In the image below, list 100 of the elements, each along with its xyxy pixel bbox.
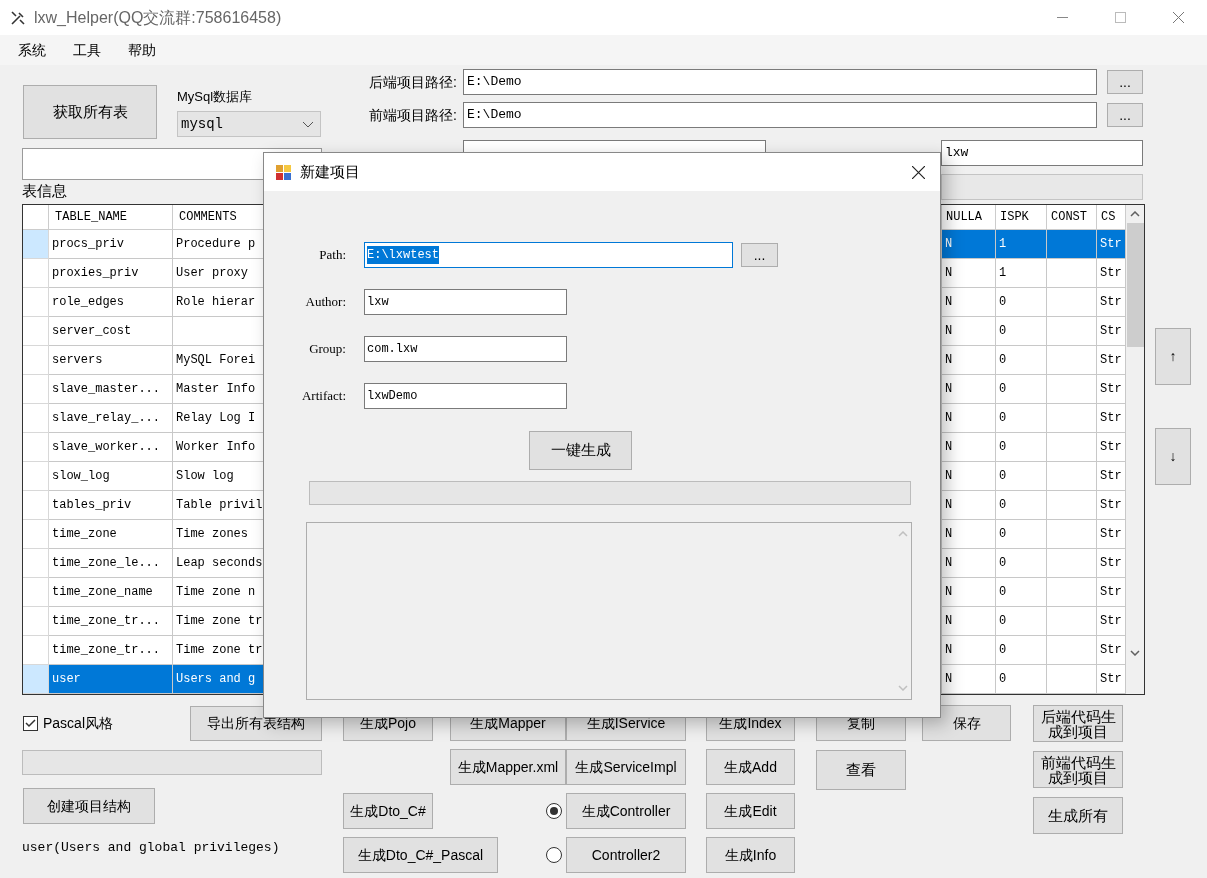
text-field[interactable]: com.lxw bbox=[364, 336, 567, 362]
move-button[interactable]: ↓ bbox=[1155, 428, 1191, 485]
table-cell: Str bbox=[1097, 346, 1126, 375]
checkbox-label: Pascal风格 bbox=[43, 713, 114, 733]
database-select[interactable]: mysql bbox=[177, 111, 321, 137]
row-header[interactable] bbox=[23, 288, 49, 317]
window-title: lxw_Helper(QQ交流群:758616458) bbox=[34, 7, 282, 28]
scroll-thumb[interactable] bbox=[1126, 223, 1144, 347]
table-cell: Str bbox=[1097, 317, 1126, 346]
generate-project-button[interactable]: 一键生成 bbox=[529, 431, 632, 470]
scroll-down-icon[interactable] bbox=[1130, 650, 1140, 656]
browse-button[interactable]: ... bbox=[741, 243, 778, 267]
text-field[interactable]: E:\lxwtest bbox=[364, 242, 733, 268]
table-cell: Str bbox=[1097, 549, 1126, 578]
table-cell: role_edges bbox=[49, 288, 173, 317]
table-cell: 0 bbox=[996, 607, 1047, 636]
check-icon bbox=[25, 718, 36, 728]
generate-button[interactable]: 生成Add bbox=[706, 749, 795, 785]
menu-item[interactable]: 系统 bbox=[18, 39, 46, 61]
table-cell: N bbox=[942, 520, 996, 549]
grid-corner[interactable] bbox=[23, 205, 49, 230]
table-cell: 0 bbox=[996, 520, 1047, 549]
close-icon bbox=[911, 165, 925, 179]
row-header[interactable] bbox=[23, 578, 49, 607]
row-header[interactable] bbox=[23, 462, 49, 491]
table-cell: servers bbox=[49, 346, 173, 375]
row-header[interactable] bbox=[23, 404, 49, 433]
table-cell: user bbox=[49, 665, 173, 694]
table-cell: slave_relay_... bbox=[49, 404, 173, 433]
table-cell: 0 bbox=[996, 462, 1047, 491]
text-field[interactable]: lxw bbox=[364, 289, 567, 315]
tools-icon bbox=[10, 9, 26, 26]
row-header[interactable] bbox=[23, 665, 49, 694]
table-cell: Str bbox=[1097, 433, 1126, 462]
chevron-down-icon bbox=[302, 120, 314, 128]
row-header[interactable] bbox=[23, 607, 49, 636]
path-label: 前端项目路径: bbox=[368, 105, 457, 125]
table-cell: Str bbox=[1097, 578, 1126, 607]
browse-button[interactable]: ... bbox=[1107, 70, 1143, 94]
generate-button[interactable]: Controller2 bbox=[566, 837, 686, 873]
minimize-icon bbox=[1056, 17, 1068, 18]
create-structure-button[interactable]: 创建项目结构 bbox=[23, 788, 155, 824]
fetch-tables-button[interactable]: 获取所有表 bbox=[23, 85, 157, 139]
generate-button[interactable]: 后端代码生成到项目 bbox=[1033, 705, 1123, 742]
generate-button[interactable]: 生成Info bbox=[706, 837, 795, 873]
row-header[interactable] bbox=[23, 259, 49, 288]
table-cell: Str bbox=[1097, 636, 1126, 665]
generate-button[interactable]: 生成Controller bbox=[566, 793, 686, 829]
scroll-up-icon[interactable] bbox=[1130, 211, 1140, 217]
field-label: Author: bbox=[304, 293, 346, 312]
row-header[interactable] bbox=[23, 317, 49, 346]
table-cell: Str bbox=[1097, 520, 1126, 549]
table-cell: 1 bbox=[996, 230, 1047, 259]
table-cell: time_zone_name bbox=[49, 578, 173, 607]
checkbox[interactable] bbox=[23, 715, 38, 731]
author-field[interactable]: lxw bbox=[941, 140, 1143, 166]
table-cell: N bbox=[942, 665, 996, 694]
field-label: Artifact: bbox=[300, 387, 346, 406]
menu-item[interactable]: 工具 bbox=[73, 39, 101, 61]
output-textarea[interactable] bbox=[306, 522, 912, 700]
radio-button[interactable] bbox=[546, 847, 562, 863]
row-header[interactable] bbox=[23, 230, 49, 259]
radio-button[interactable] bbox=[546, 803, 562, 819]
table-cell: time_zone_tr... bbox=[49, 607, 173, 636]
table-cell: Str bbox=[1097, 259, 1126, 288]
move-button[interactable]: ↑ bbox=[1155, 328, 1191, 385]
table-cell: slave_master... bbox=[49, 375, 173, 404]
generate-button[interactable]: 生成ServiceImpl bbox=[566, 749, 686, 785]
generate-button[interactable]: 生成Dto_C# bbox=[343, 793, 433, 829]
generate-button[interactable]: 生成所有 bbox=[1033, 797, 1123, 834]
database-label: MySql数据库 bbox=[177, 88, 254, 106]
table-cell: N bbox=[942, 607, 996, 636]
table-cell: Str bbox=[1097, 230, 1126, 259]
generate-button[interactable]: 生成Mapper.xml bbox=[450, 749, 566, 785]
table-cell: N bbox=[942, 433, 996, 462]
text-field[interactable]: lxwDemo bbox=[364, 383, 567, 409]
path-field[interactable]: E:\Demo bbox=[463, 102, 1097, 128]
generate-button[interactable]: 查看 bbox=[816, 750, 906, 790]
table-cell: procs_priv bbox=[49, 230, 173, 259]
menu-item[interactable]: 帮助 bbox=[128, 39, 156, 61]
row-header[interactable] bbox=[23, 491, 49, 520]
row-header[interactable] bbox=[23, 549, 49, 578]
dialog-title: 新建项目 bbox=[300, 161, 360, 182]
generate-button[interactable]: 保存 bbox=[922, 705, 1011, 741]
path-field[interactable]: E:\Demo bbox=[463, 69, 1097, 95]
generate-button[interactable]: 生成Dto_C#_Pascal bbox=[343, 837, 498, 873]
table-cell: time_zone bbox=[49, 520, 173, 549]
table-cell: 0 bbox=[996, 549, 1047, 578]
row-header[interactable] bbox=[23, 346, 49, 375]
row-header[interactable] bbox=[23, 433, 49, 462]
row-header[interactable] bbox=[23, 375, 49, 404]
table-cell: 0 bbox=[996, 317, 1047, 346]
row-header[interactable] bbox=[23, 520, 49, 549]
row-header[interactable] bbox=[23, 636, 49, 665]
generate-button[interactable]: 生成Edit bbox=[706, 793, 795, 829]
generate-button[interactable]: 前端代码生成到项目 bbox=[1033, 751, 1123, 788]
table-cell: 0 bbox=[996, 491, 1047, 520]
browse-button[interactable]: ... bbox=[1107, 103, 1143, 127]
table-cell: N bbox=[942, 346, 996, 375]
table-cell: 0 bbox=[996, 665, 1047, 694]
